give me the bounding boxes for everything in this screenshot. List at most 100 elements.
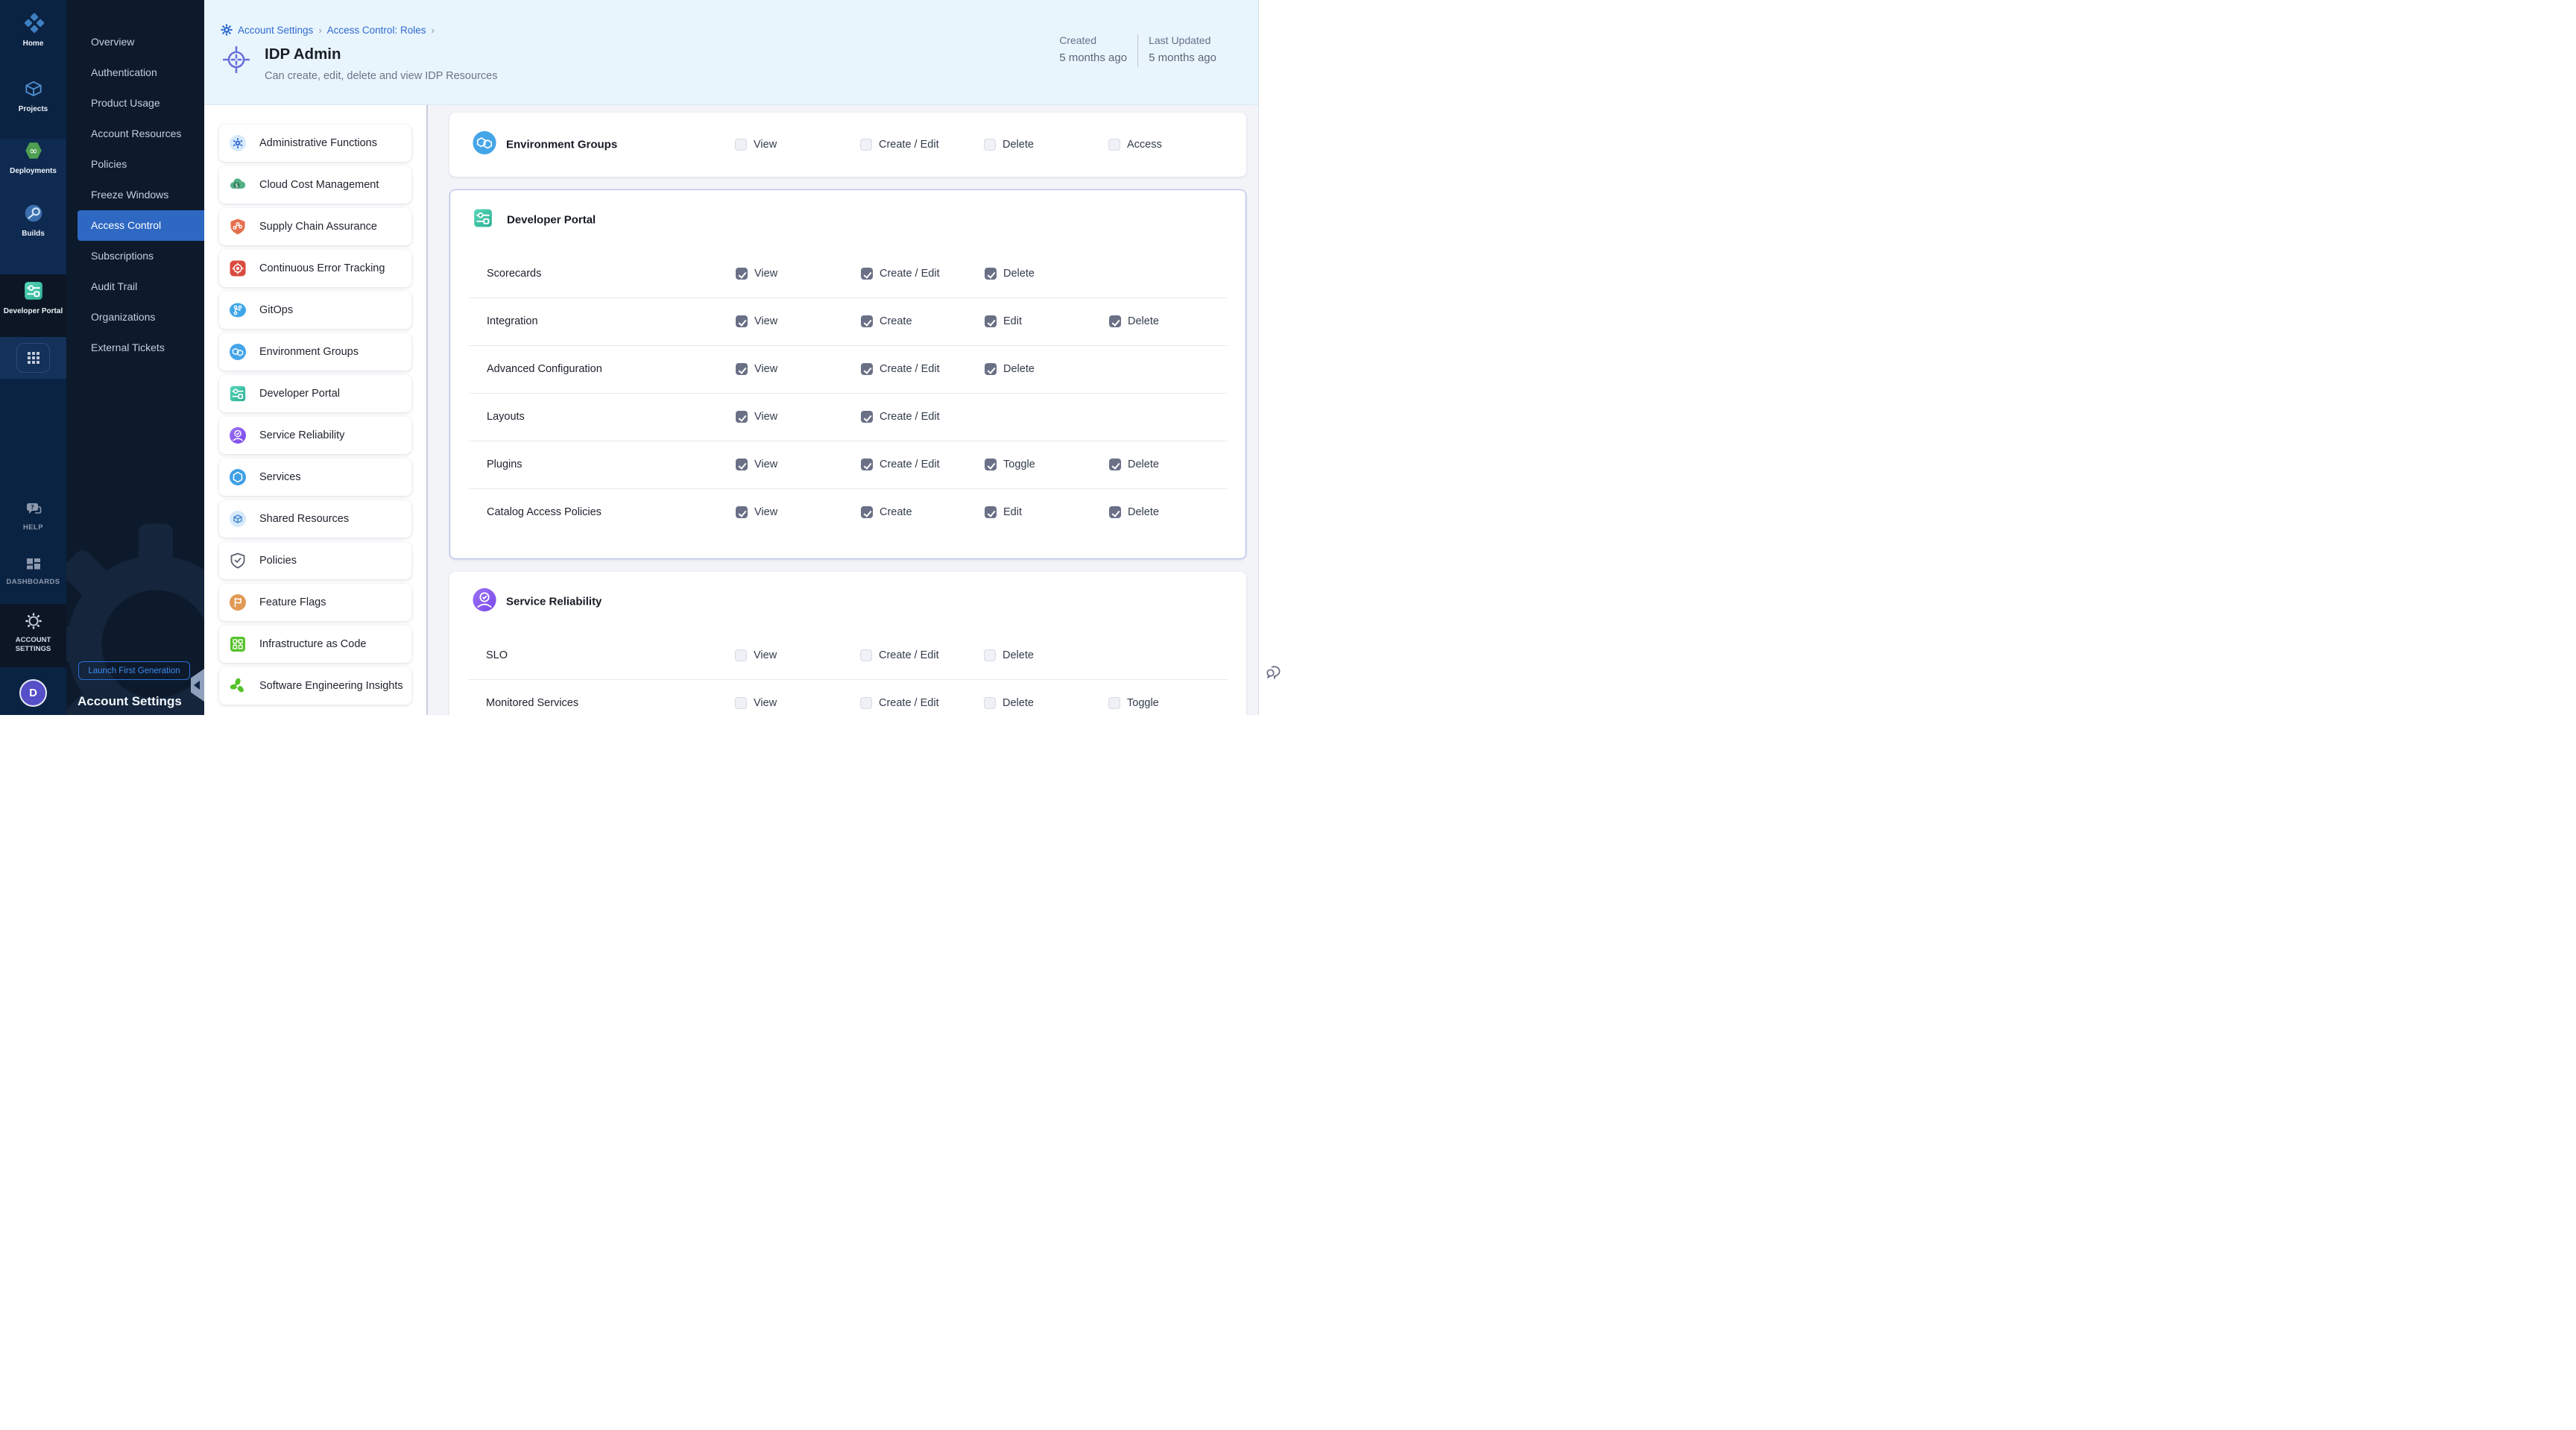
view-checkbox[interactable] xyxy=(736,459,748,470)
view-checkbox[interactable] xyxy=(736,363,748,375)
sidebar-title: Account Settings xyxy=(78,694,182,709)
resource-item-infrastructure-as-code[interactable]: Infrastructure as Code xyxy=(219,626,411,663)
cube-icon xyxy=(229,510,247,528)
permission-label: Delete xyxy=(1128,315,1159,327)
view-checkbox[interactable] xyxy=(736,315,748,327)
rail-item-home[interactable]: Home xyxy=(0,13,66,48)
rail-item-label: Projects xyxy=(0,105,66,114)
view-checkbox[interactable] xyxy=(735,649,747,661)
delete-checkbox[interactable] xyxy=(985,268,997,280)
view-checkbox[interactable] xyxy=(736,411,748,423)
permission-label: View xyxy=(754,315,777,327)
delete-checkbox[interactable] xyxy=(1109,506,1121,518)
create-edit-checkbox[interactable] xyxy=(861,459,873,470)
resource-item-software-engineering-insights[interactable]: Software Engineering Insights xyxy=(219,667,411,705)
view-checkbox[interactable] xyxy=(735,697,747,709)
sidebar-item-policies[interactable]: Policies xyxy=(66,149,204,180)
create-edit-checkbox[interactable] xyxy=(860,139,872,151)
rail-item-deployments[interactable]: ∞ Deployments xyxy=(0,140,66,176)
permission-label: Create / Edit xyxy=(880,268,940,280)
rail-item-developer-portal[interactable]: Developer Portal xyxy=(0,280,66,316)
resource-item-feature-flags[interactable]: Feature Flags xyxy=(219,584,411,621)
create-checkbox[interactable] xyxy=(861,506,873,518)
row-label: Monitored Services xyxy=(486,697,578,709)
resource-item-continuous-error-tracking[interactable]: Continuous Error Tracking xyxy=(219,250,411,287)
create-edit-checkbox[interactable] xyxy=(861,268,873,280)
view-checkbox[interactable] xyxy=(735,139,747,151)
create-edit-checkbox[interactable] xyxy=(860,649,872,661)
create-checkbox[interactable] xyxy=(861,315,873,327)
delete-checkbox[interactable] xyxy=(1109,315,1121,327)
rail-item-label: Home xyxy=(0,40,66,48)
resource-item-services[interactable]: Services xyxy=(219,459,411,496)
create-edit-checkbox[interactable] xyxy=(860,697,872,709)
deployments-icon: ∞ xyxy=(23,140,44,161)
toggle-checkbox[interactable] xyxy=(985,459,997,470)
sidebar-item-product-usage[interactable]: Product Usage xyxy=(66,88,204,119)
resource-item-label: Continuous Error Tracking xyxy=(259,262,385,274)
resource-item-developer-portal[interactable]: Developer Portal xyxy=(219,375,411,412)
support-chat-button[interactable] xyxy=(1265,662,1283,684)
last-updated-label: Last Updated xyxy=(1149,34,1216,46)
module-grid-button[interactable] xyxy=(16,343,50,373)
rail-item-label: Builds xyxy=(0,230,66,239)
launch-first-generation-button[interactable]: Launch First Generation xyxy=(78,661,190,680)
resource-item-service-reliability[interactable]: Service Reliability xyxy=(219,417,411,454)
resource-item-cloud-cost-management[interactable]: $ Cloud Cost Management xyxy=(219,166,411,204)
sidebar-item-overview[interactable]: Overview xyxy=(66,27,204,57)
delete-checkbox[interactable] xyxy=(984,697,996,709)
created-label: Created xyxy=(1059,34,1127,46)
rail-item-projects[interactable]: Projects xyxy=(0,78,66,114)
sidebar-item-account-resources[interactable]: Account Resources xyxy=(66,119,204,149)
access-checkbox[interactable] xyxy=(1108,139,1120,151)
create-edit-checkbox[interactable] xyxy=(861,363,873,375)
sidebar-item-authentication[interactable]: Authentication xyxy=(66,57,204,88)
resource-item-gitops[interactable]: GitOps xyxy=(219,292,411,329)
sidebar-item-access-control[interactable]: Access Control xyxy=(78,210,204,241)
permission-label: Create xyxy=(880,315,912,327)
resource-item-policies[interactable]: Policies xyxy=(219,542,411,579)
delete-checkbox[interactable] xyxy=(984,139,996,151)
row-label: SLO xyxy=(486,649,508,661)
resource-item-label: Policies xyxy=(259,555,297,567)
edit-checkbox[interactable] xyxy=(985,506,997,518)
rail-item-builds[interactable]: Builds xyxy=(0,203,66,239)
view-checkbox[interactable] xyxy=(736,268,748,280)
sidebar-item-subscriptions[interactable]: Subscriptions xyxy=(66,241,204,271)
permission-label: Delete xyxy=(1128,506,1159,518)
shield-network-icon xyxy=(229,218,247,236)
delete-checkbox[interactable] xyxy=(1109,459,1121,470)
sidebar-item-external-tickets[interactable]: External Tickets xyxy=(66,333,204,363)
edit-checkbox[interactable] xyxy=(985,315,997,327)
permission-label: View xyxy=(754,459,777,470)
developer-portal-icon xyxy=(473,208,493,233)
delete-checkbox[interactable] xyxy=(985,363,997,375)
user-avatar[interactable]: D xyxy=(19,679,47,707)
resource-item-administrative-functions[interactable]: Administrative Functions xyxy=(219,125,411,162)
resource-item-supply-chain-assurance[interactable]: Supply Chain Assurance xyxy=(219,208,411,245)
hexagons-icon xyxy=(229,343,247,361)
resource-item-shared-resources[interactable]: Shared Resources xyxy=(219,500,411,538)
sidebar-item-freeze-windows[interactable]: Freeze Windows xyxy=(66,180,204,210)
toggle-checkbox[interactable] xyxy=(1108,697,1120,709)
resource-item-environment-groups[interactable]: Environment Groups xyxy=(219,333,411,371)
resource-item-label: Environment Groups xyxy=(259,346,359,358)
sidebar-item-organizations[interactable]: Organizations xyxy=(66,302,204,333)
svg-text:?: ? xyxy=(31,504,34,511)
breadcrumb-link-roles[interactable]: Access Control: Roles xyxy=(327,25,426,36)
app-window: Home Projects ∞ Deployments xyxy=(0,0,1288,715)
view-checkbox[interactable] xyxy=(736,506,748,518)
rail-item-account-settings[interactable]: ACCOUNT SETTINGS xyxy=(0,612,66,654)
sidebar-item-audit-trail[interactable]: Audit Trail xyxy=(66,271,204,302)
rail-item-dashboards[interactable]: DASHBOARDS xyxy=(0,557,66,587)
chat-bubbles-icon xyxy=(1265,662,1283,680)
rail-item-label: DASHBOARDS xyxy=(0,578,66,587)
breadcrumb-link-account-settings[interactable]: Account Settings xyxy=(238,25,313,36)
rail-item-help[interactable]: ? HELP xyxy=(0,501,66,532)
service-reliability-icon xyxy=(472,588,497,617)
flag-icon xyxy=(229,593,247,611)
create-edit-checkbox[interactable] xyxy=(861,411,873,423)
delete-checkbox[interactable] xyxy=(984,649,996,661)
section-title: Environment Groups xyxy=(506,139,617,151)
service-hexagon-icon xyxy=(229,468,247,486)
